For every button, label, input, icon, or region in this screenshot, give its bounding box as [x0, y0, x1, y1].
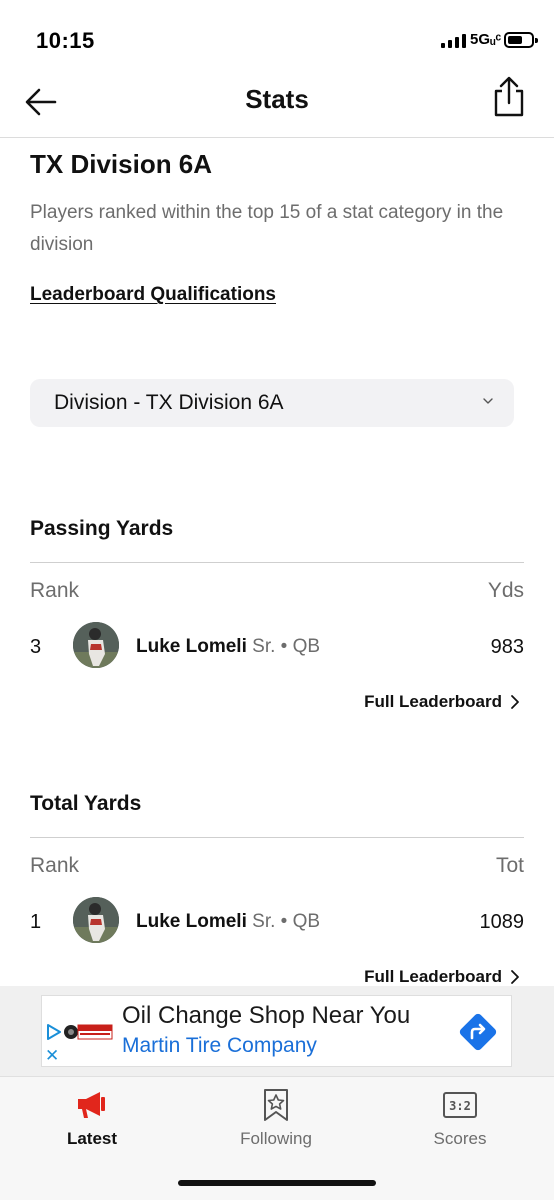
chevron-right-icon — [511, 970, 519, 984]
player-name: Luke Lomeli — [136, 911, 247, 932]
page-title: Stats — [245, 84, 309, 114]
network-label: 5Gᵤᶜ — [470, 31, 502, 48]
tab-label: Latest — [66, 1129, 118, 1148]
section-title-total-yards: Total Yards — [30, 792, 142, 815]
player-stat-value: 983 — [490, 636, 524, 658]
home-indicator — [178, 1180, 376, 1186]
rank-header: Rank — [30, 854, 80, 877]
tab-label: Following — [240, 1129, 312, 1148]
avatar — [73, 897, 119, 943]
full-leaderboard-label: Full Leaderboard — [364, 967, 502, 986]
division-description: Players ranked within the top 15 of a st… — [30, 202, 504, 255]
player-meta: Sr. • QB — [252, 636, 321, 657]
ad-title: Oil Change Shop Near You — [122, 1002, 411, 1029]
avatar — [73, 622, 119, 668]
tab-latest[interactable]: Latest — [0, 1077, 184, 1167]
tab-scores[interactable]: 3:2 Scores — [368, 1077, 552, 1167]
tab-following[interactable]: Following — [184, 1077, 368, 1167]
share-button[interactable] — [490, 76, 528, 118]
ad-subtitle: Martin Tire Company — [122, 1034, 317, 1057]
division-title: TX Division 6A — [30, 149, 213, 179]
player-name: Luke Lomeli — [136, 636, 247, 657]
nav-bar: Stats — [0, 72, 554, 138]
full-leaderboard-label: Full Leaderboard — [364, 692, 502, 711]
battery-icon — [504, 32, 538, 48]
svg-text:3:2: 3:2 — [449, 1099, 471, 1113]
martin-tire-logo — [64, 1024, 113, 1040]
megaphone-icon — [78, 1092, 105, 1118]
ad-banner[interactable]: ✕ Oil Change Shop Near You Martin Tire C… — [41, 995, 512, 1067]
leaderboard-qualifications-link[interactable]: Leaderboard Qualifications — [30, 284, 276, 306]
chevron-down-icon — [483, 398, 493, 404]
full-leaderboard-link[interactable]: Full Leaderboard — [364, 692, 520, 712]
player-stat-value: 1089 — [479, 911, 525, 933]
directions-icon[interactable] — [456, 1010, 500, 1054]
section-divider — [30, 562, 524, 563]
player-rank: 1 — [30, 911, 42, 933]
player-rank: 3 — [30, 636, 42, 658]
tab-label: Scores — [433, 1129, 487, 1148]
tot-header: Tot — [495, 854, 524, 877]
ad-banner-container: ✕ Oil Change Shop Near You Martin Tire C… — [0, 986, 554, 1076]
player-name-line: Luke Lomeli Sr. • QB — [136, 911, 320, 933]
section-title-passing-yards: Passing Yards — [30, 517, 174, 540]
status-time: 10:15 — [36, 28, 95, 53]
division-dropdown[interactable]: Division - TX Division 6A — [30, 379, 514, 427]
bookmark-star-icon — [264, 1089, 288, 1121]
section-divider — [30, 837, 524, 838]
scoreboard-icon: 3:2 — [443, 1092, 477, 1118]
cell-signal-icon — [441, 34, 466, 48]
full-leaderboard-link[interactable]: Full Leaderboard — [364, 967, 520, 987]
ad-close-icon[interactable]: ✕ — [45, 1046, 59, 1066]
yds-header: Yds — [487, 579, 524, 602]
dropdown-selected-value: Division - TX Division 6A — [54, 391, 284, 414]
ad-choices-icon[interactable] — [46, 1024, 62, 1040]
rank-header: Rank — [30, 579, 80, 602]
player-meta: Sr. • QB — [252, 911, 321, 932]
status-bar: 10:15 5Gᵤᶜ — [0, 0, 554, 72]
chevron-right-icon — [511, 695, 519, 709]
player-name-line: Luke Lomeli Sr. • QB — [136, 636, 320, 658]
share-icon — [494, 76, 524, 117]
